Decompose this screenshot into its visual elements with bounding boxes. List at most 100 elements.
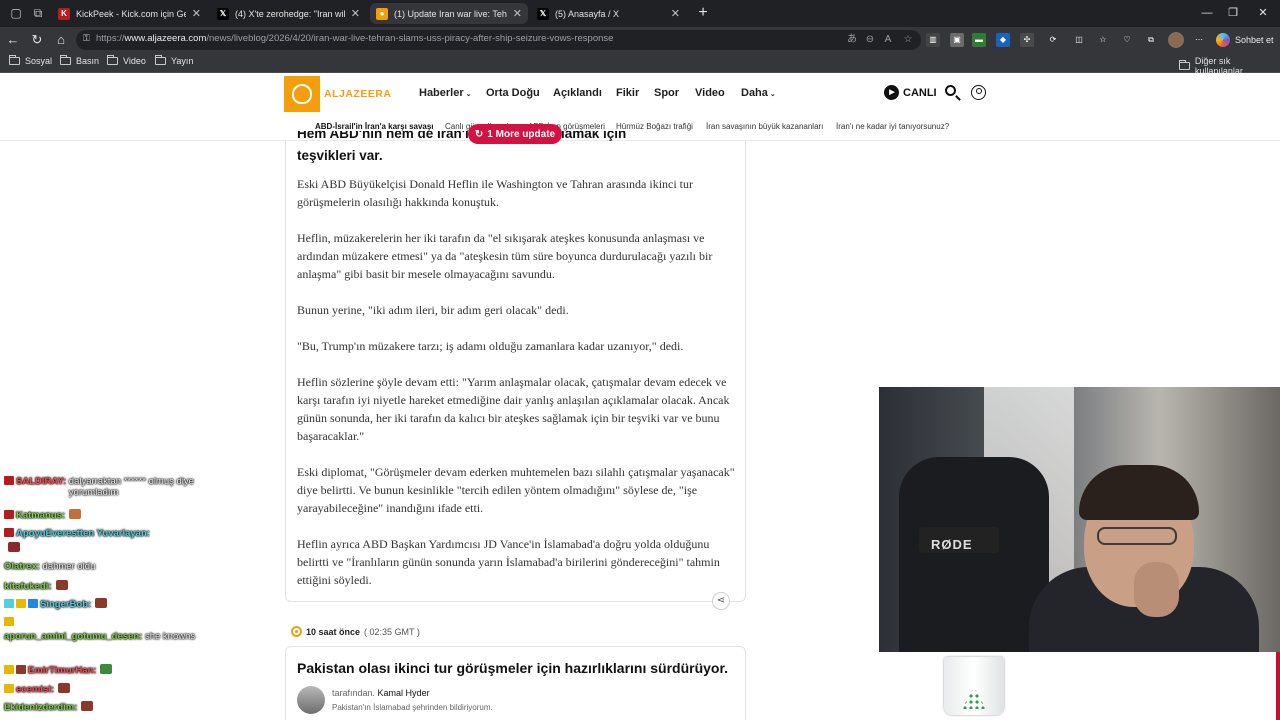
copilot-button[interactable]: Sohbet et xyxy=(1214,31,1280,49)
profile-avatar[interactable] xyxy=(1168,32,1184,48)
share-icon[interactable]: ⋖ xyxy=(712,592,730,610)
chat-message xyxy=(4,542,20,554)
extension-icon[interactable]: ◆ xyxy=(996,33,1010,47)
badge-icon xyxy=(28,599,38,608)
close-tab-icon[interactable]: ✕ xyxy=(513,7,522,20)
badge-icon xyxy=(16,665,26,674)
article-paragraph: Bunun yerine, "iki adım ileri, bir adım … xyxy=(297,303,569,317)
tab-actions-icon[interactable]: ⧉ xyxy=(28,4,48,22)
topic-link[interactable]: Hürmüz Boğazı trafiği xyxy=(616,122,693,131)
extension-icon[interactable]: ▬ xyxy=(972,33,986,47)
bookmark-folder-sosyal[interactable]: Sosyal xyxy=(9,55,52,66)
favorite-star-icon[interactable]: ☆ xyxy=(902,34,914,46)
badge-icon xyxy=(16,599,26,608)
chevron-down-icon: ⌄ xyxy=(769,91,776,98)
microphone-brand: RØDE xyxy=(931,537,973,552)
nav-daha[interactable]: Daha ⌄ xyxy=(741,87,776,99)
emote-icon xyxy=(95,598,108,608)
chat-message: SALDIRAY: dalyarraktan ****** olmuş diye… xyxy=(4,476,219,498)
restore-icon[interactable]: ❐ xyxy=(1222,3,1244,23)
home-icon[interactable]: ⌂ xyxy=(52,31,70,49)
aljazeera-logo-icon[interactable] xyxy=(284,76,320,112)
close-window-icon[interactable]: ✕ xyxy=(1252,3,1274,23)
workspaces-icon[interactable]: ▢ xyxy=(6,4,26,22)
zoom-icon[interactable]: ⊖ xyxy=(864,34,876,46)
extensions-puzzle-icon[interactable]: ⟳ xyxy=(1046,33,1060,47)
live-button[interactable]: ▶ CANLI xyxy=(884,85,937,100)
copilot-icon xyxy=(1216,33,1230,47)
favorites-icon[interactable]: ☆ xyxy=(1096,33,1110,47)
emote-icon xyxy=(69,509,82,519)
nav-haberler[interactable]: Haberler ⌄ xyxy=(419,87,472,99)
close-tab-icon[interactable]: ✕ xyxy=(192,7,201,20)
folder-icon xyxy=(107,55,118,65)
extension-icon[interactable]: ▣ xyxy=(950,33,964,47)
chevron-down-icon: ⌄ xyxy=(465,91,472,98)
topic-link[interactable]: İran'ı ne kadar iyi tanıyorsunuz? xyxy=(836,122,949,131)
translate-icon[interactable]: あ xyxy=(846,34,858,46)
article-paragraph: Heflin sözlerine şöyle devam etti: "Yarı… xyxy=(297,375,730,443)
address-bar[interactable]: ⚿ https://www.aljazeera.com/news/liveblo… xyxy=(76,30,921,50)
streamer-webcam: RØDE xyxy=(879,387,1280,652)
chat-message: kitafukedi: xyxy=(4,580,68,592)
site-logo[interactable]: ALJAZEERA xyxy=(324,88,392,100)
nav-orta-dogu[interactable]: Orta Doğu xyxy=(486,87,540,99)
tab-x-home[interactable]: 𝕏 (5) Anasayfa / X ✕ xyxy=(531,3,686,24)
kick-icon: K xyxy=(58,7,70,20)
badge-icon xyxy=(4,684,14,693)
more-update-button[interactable]: ↻ 1 More update xyxy=(468,124,562,144)
x-icon: 𝕏 xyxy=(217,7,229,20)
nav-fikir[interactable]: Fikir xyxy=(616,87,639,99)
chat-message xyxy=(4,617,16,628)
red-edge xyxy=(1276,652,1280,720)
url-text: https://www.aljazeera.com/news/liveblog/… xyxy=(96,33,614,44)
chat-message: Katmanus: xyxy=(4,509,82,521)
collections-icon[interactable]: ⧉ xyxy=(1144,33,1158,47)
tab-kickpeek[interactable]: K KickPeek - Kick.com için Gerçek Za ✕ xyxy=(52,3,207,24)
more-menu-icon[interactable]: ⋯ xyxy=(1192,33,1206,47)
bookmarks-bar: Sosyal Basın Video Yayın Diğer sık kulla… xyxy=(0,53,1280,76)
back-icon[interactable]: ← xyxy=(4,31,22,49)
x-icon: 𝕏 xyxy=(537,7,549,20)
article-paragraph: "Bu, Trump'ın müzakere tarzı; iş adamı o… xyxy=(297,339,684,353)
next-update-heading[interactable]: Pakistan olası ikinci tur görüşmeler içi… xyxy=(297,660,728,676)
extension-icon[interactable]: ✣ xyxy=(1020,33,1034,47)
byline: tarafından. Kamal Hyder xyxy=(332,688,430,698)
topic-link[interactable]: İran savaşının büyük kazananları xyxy=(706,122,823,131)
tab-aljazeera[interactable]: ● (1) Update Iran war live: Tehran wil ✕ xyxy=(370,3,528,24)
gaming-chair xyxy=(899,457,1049,652)
bookmark-folder-basin[interactable]: Basın xyxy=(60,55,99,66)
topic-link[interactable]: ABD-İsrail'in İran'a karşı savaşı xyxy=(315,122,434,131)
tab-zerohedge[interactable]: 𝕏 (4) X'te zerohedge: "Iran willing to ✕ xyxy=(211,3,366,24)
split-screen-icon[interactable]: ◫ xyxy=(1072,33,1086,47)
badge-icon xyxy=(4,617,14,626)
nav-spor[interactable]: Spor xyxy=(654,87,679,99)
chat-message: aporun_amini_gotumu_desen: she knowns xyxy=(4,631,196,642)
site-header: ALJAZEERA Haberler ⌄ Orta Doğu Açıklandı … xyxy=(0,73,1280,113)
author-avatar xyxy=(297,686,325,714)
chat-message: Olatrex: dahmer oldu xyxy=(4,561,96,572)
folder-icon xyxy=(60,55,71,65)
site-info-icon[interactable]: ⚿ xyxy=(83,33,95,47)
folder-icon xyxy=(155,55,166,65)
author-name[interactable]: Kamal Hyder xyxy=(378,688,430,698)
new-tab-button[interactable]: + xyxy=(694,4,712,22)
account-icon[interactable] xyxy=(971,85,987,101)
glasses xyxy=(1097,527,1177,545)
browser-tab-strip: ▢ ⧉ K KickPeek - Kick.com için Gerçek Za… xyxy=(0,0,1280,27)
emote-icon xyxy=(100,664,113,674)
browser-essentials-icon[interactable]: ♡ xyxy=(1120,33,1134,47)
nav-aciklandi[interactable]: Açıklandı xyxy=(553,87,602,99)
bookmark-folder-video[interactable]: Video xyxy=(107,55,146,66)
extension-icon[interactable]: ▥ xyxy=(926,33,940,47)
bookmark-folder-yayin[interactable]: Yayın xyxy=(155,55,193,66)
close-tab-icon[interactable]: ✕ xyxy=(671,7,680,20)
search-icon[interactable] xyxy=(945,85,961,101)
minimize-icon[interactable]: — xyxy=(1196,3,1218,23)
read-aloud-icon[interactable]: A xyxy=(882,34,894,46)
folder-icon xyxy=(1179,60,1190,70)
reload-icon[interactable]: ↻ xyxy=(28,31,46,49)
close-tab-icon[interactable]: ✕ xyxy=(351,7,360,20)
post-timestamp: 10 saat önce ( 02:35 GMT ) xyxy=(291,626,420,637)
nav-video[interactable]: Video xyxy=(695,87,725,99)
